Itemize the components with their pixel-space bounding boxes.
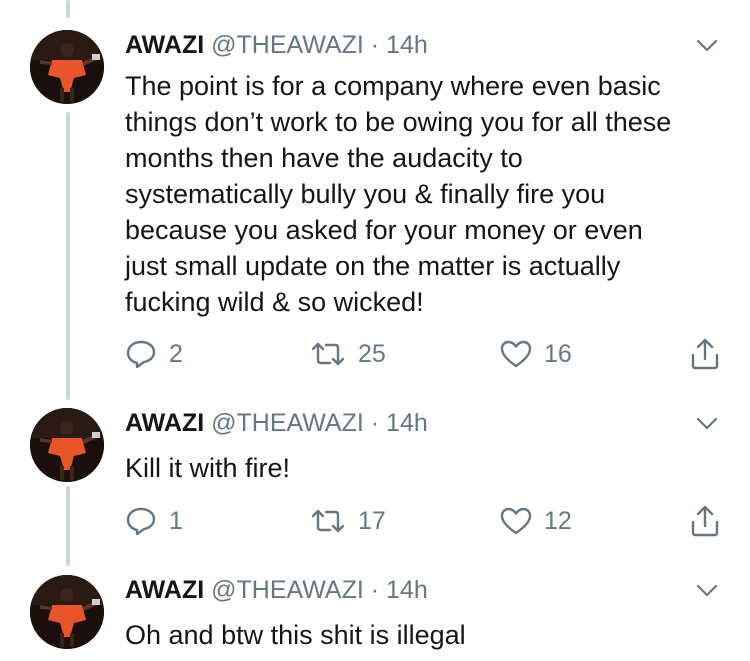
chevron-down-icon[interactable] bbox=[695, 38, 719, 54]
tweet-header: AWAZI @THEAWAZI · 14h bbox=[125, 575, 428, 605]
display-name[interactable]: AWAZI bbox=[125, 409, 204, 437]
reply-button[interactable]: 2 bbox=[125, 337, 183, 371]
chevron-down-icon[interactable] bbox=[695, 416, 719, 432]
like-button[interactable]: 12 bbox=[500, 504, 572, 538]
tweet[interactable]: AWAZI @THEAWAZI · 14h The point is for a… bbox=[0, 30, 750, 390]
retweet-button[interactable]: 17 bbox=[310, 504, 386, 538]
tweet-actions: 2 25 16 bbox=[125, 337, 725, 371]
heart-icon bbox=[500, 340, 532, 368]
retweet-icon bbox=[311, 509, 345, 533]
retweet-count: 17 bbox=[358, 506, 386, 535]
reply-count: 2 bbox=[169, 339, 183, 368]
chevron-down-icon[interactable] bbox=[695, 583, 719, 599]
heart-icon bbox=[500, 507, 532, 535]
retweet-count: 25 bbox=[358, 339, 386, 368]
retweet-button[interactable]: 25 bbox=[310, 337, 386, 371]
tweet-actions: 1 17 12 bbox=[125, 504, 725, 538]
share-button[interactable] bbox=[690, 504, 720, 538]
tweet[interactable]: AWAZI @THEAWAZI · 14h Kill it with fire!… bbox=[0, 408, 750, 548]
separator-dot: · bbox=[370, 576, 380, 604]
timestamp[interactable]: 14h bbox=[386, 576, 428, 604]
reply-button[interactable]: 1 bbox=[125, 504, 183, 538]
retweet-icon bbox=[311, 342, 345, 366]
reply-icon bbox=[126, 507, 156, 536]
display-name[interactable]: AWAZI bbox=[125, 31, 204, 59]
separator-dot: · bbox=[370, 409, 380, 437]
tweet-header: AWAZI @THEAWAZI · 14h bbox=[125, 408, 428, 438]
reply-icon bbox=[126, 340, 156, 369]
like-button[interactable]: 16 bbox=[500, 337, 572, 371]
tweet-header: AWAZI @THEAWAZI · 14h bbox=[125, 30, 428, 60]
tweet-text: The point is for a company where even ba… bbox=[125, 71, 672, 317]
avatar[interactable] bbox=[30, 30, 104, 104]
user-handle[interactable]: @THEAWAZI bbox=[211, 31, 364, 59]
separator-dot: · bbox=[370, 31, 380, 59]
avatar[interactable] bbox=[30, 408, 104, 482]
timestamp[interactable]: 14h bbox=[386, 409, 428, 437]
user-handle[interactable]: @THEAWAZI bbox=[211, 576, 364, 604]
share-button[interactable] bbox=[690, 337, 720, 371]
thread-line-top bbox=[66, 0, 70, 18]
tweet[interactable]: AWAZI @THEAWAZI · 14h Oh and btw this sh… bbox=[0, 575, 750, 661]
avatar[interactable] bbox=[30, 575, 104, 649]
tweet-text: Oh and btw this shit is illegal bbox=[125, 620, 466, 650]
share-icon bbox=[691, 505, 719, 537]
user-handle[interactable]: @THEAWAZI bbox=[211, 409, 364, 437]
like-count: 16 bbox=[544, 339, 572, 368]
share-icon bbox=[691, 338, 719, 370]
reply-count: 1 bbox=[169, 506, 183, 535]
timestamp[interactable]: 14h bbox=[386, 31, 428, 59]
like-count: 12 bbox=[544, 506, 572, 535]
display-name[interactable]: AWAZI bbox=[125, 576, 204, 604]
tweet-text: Kill it with fire! bbox=[125, 453, 291, 483]
